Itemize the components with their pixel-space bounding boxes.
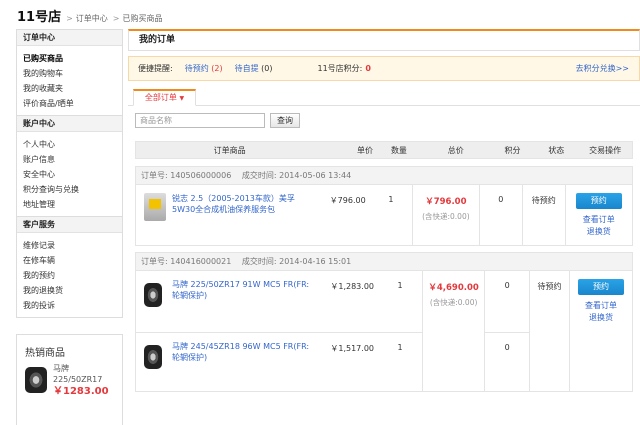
order-date: 2014-04-16 15:01 <box>279 257 352 266</box>
points: 0 <box>498 195 504 204</box>
view-order-link[interactable]: 查看订单 <box>566 214 633 225</box>
points: 0 <box>485 271 530 333</box>
sidebar-item-personal-center[interactable]: 个人中心 <box>23 137 122 152</box>
search-button[interactable]: 查询 <box>270 112 300 128</box>
order-block: 订单号: 140506000006 成交时间: 2014-05-06 13:44… <box>135 166 633 246</box>
reminder-label: 便捷提醒: <box>138 64 173 73</box>
hot-products: 热销商品 马牌 225/50ZR17 ￥1283.00 <box>16 334 123 425</box>
product-name-link[interactable]: 锐志 2.5（2005-2013车款）美孚5W30全合成机油保养服务包 <box>172 193 317 245</box>
sidebar-item-purchased[interactable]: 已购买商品 <box>23 51 122 66</box>
sidebar-item-reservations[interactable]: 我的预约 <box>23 268 122 283</box>
sidebar-section-service: 客户服务 维修记录 在修车辆 我的预约 我的退换货 我的投诉 <box>16 217 123 318</box>
product-name-input[interactable]: 商品名称 <box>135 112 265 128</box>
sidebar-item-address[interactable]: 地址管理 <box>23 197 122 212</box>
order-number: 140416000021 <box>170 257 232 266</box>
sidebar-item-complaints[interactable]: 我的投诉 <box>23 298 122 313</box>
hot-product-name[interactable]: 马牌 225/50ZR17 <box>53 363 113 385</box>
points-label: 11号店积分: <box>317 64 363 73</box>
tab-all-orders[interactable]: 全部订单 ▼ <box>133 89 196 106</box>
sidebar: 订单中心 已购买商品 我的购物车 我的收藏夹 评价商品/晒单 账户中心 个人中心… <box>16 29 123 318</box>
col-product: 订单商品 <box>213 145 246 155</box>
redeem-points-link[interactable]: 去积分兑换>> <box>576 63 629 74</box>
order-search: 商品名称 查询 <box>128 110 640 130</box>
product-row: 马牌 225/50ZR17 91W MC5 FR(FR:轮辋保护) ￥1,283… <box>136 271 422 333</box>
points: 0 <box>504 343 510 352</box>
hot-product-price: ￥1283.00 <box>53 386 109 397</box>
order-table-header: 订单商品 单价 数量 总价 积分 状态 交易操作 <box>135 141 633 159</box>
sidebar-section-orders: 订单中心 已购买商品 我的购物车 我的收藏夹 评价商品/晒单 <box>16 29 123 116</box>
tire-icon[interactable] <box>144 283 162 307</box>
order-number: 140506000006 <box>170 171 232 180</box>
sidebar-item-returns[interactable]: 我的退换货 <box>23 283 122 298</box>
product-row: 马牌 245/45ZR18 96W MC5 FR(FR:轮辋保护) ￥1,517… <box>136 333 422 391</box>
main-content: 我的订单 便捷提醒: 待预约 (2) 待自提 (0) 11号店积分: 0 去积分… <box>128 29 640 392</box>
order-actions: 预约 查看订单 退换货 <box>564 185 633 245</box>
product-cell: 锐志 2.5（2005-2013车款）美孚5W30全合成机油保养服务包 <box>136 185 318 245</box>
order-total: ￥796.00 (含快递:0.00) <box>412 185 480 245</box>
oil-icon[interactable] <box>144 193 166 221</box>
pending-pickup-link[interactable]: 待自提 (0) <box>235 63 273 74</box>
col-points: 积分 <box>504 145 521 155</box>
breadcrumb-current: 已购买商品 <box>122 14 163 23</box>
hot-products-title: 热销商品 <box>25 348 65 359</box>
order-status: 待预约 <box>522 185 564 245</box>
sidebar-item-security[interactable]: 安全中心 <box>23 167 122 182</box>
breadcrumb-order-center[interactable]: 订单中心 <box>76 13 108 24</box>
col-action: 交易操作 <box>589 145 622 155</box>
sidebar-item-reviews[interactable]: 评价商品/晒单 <box>23 96 122 111</box>
store-logo[interactable]: 11号店 <box>17 6 61 25</box>
order-header: 订单号: 140416000021 成交时间: 2014-04-16 15:01 <box>136 253 632 271</box>
pending-reserve-link[interactable]: 待预约 (2) <box>185 63 223 74</box>
col-status: 状态 <box>548 145 565 155</box>
unit-price: ￥1,283.00 <box>330 282 374 291</box>
product-name-link[interactable]: 马牌 245/45ZR18 96W MC5 FR(FR:轮辋保护) <box>172 341 317 391</box>
page-title: 我的订单 <box>128 29 640 51</box>
order-status: 待预约 <box>529 271 569 391</box>
unit-price: ￥1,517.00 <box>330 344 374 353</box>
order-header: 订单号: 140506000006 成交时间: 2014-05-06 13:44 <box>136 167 632 185</box>
view-order-link[interactable]: 查看订单 <box>570 300 632 311</box>
col-total: 总价 <box>447 145 464 155</box>
col-price: 单价 <box>357 145 374 155</box>
sidebar-item-vehicles[interactable]: 在修车辆 <box>23 253 122 268</box>
order-total: ￥4,690.00 (含快递:0.00) <box>422 271 486 391</box>
breadcrumb-separator: > <box>66 14 73 23</box>
sidebar-item-cart[interactable]: 我的购物车 <box>23 66 122 81</box>
breadcrumb-separator: > <box>112 14 120 23</box>
col-qty: 数量 <box>390 145 407 155</box>
quantity: 1 <box>397 281 403 290</box>
sidebar-section-title: 订单中心 <box>17 30 122 46</box>
sidebar-section-title: 账户中心 <box>17 116 122 132</box>
order-date: 2014-05-06 13:44 <box>279 171 352 180</box>
sidebar-section-title: 客户服务 <box>17 217 122 233</box>
product-name-link[interactable]: 马牌 225/50ZR17 91W MC5 FR(FR:轮辋保护) <box>172 279 317 332</box>
points-value: 0 <box>365 64 371 73</box>
return-exchange-link[interactable]: 退换货 <box>570 312 632 323</box>
quantity: 1 <box>397 343 403 352</box>
sidebar-item-favorites[interactable]: 我的收藏夹 <box>23 81 122 96</box>
return-exchange-link[interactable]: 退换货 <box>566 226 633 237</box>
reserve-button[interactable]: 预约 <box>577 279 624 295</box>
sidebar-section-account: 账户中心 个人中心 账户信息 安全中心 积分查询与兑换 地址管理 <box>16 116 123 217</box>
tire-icon <box>25 367 47 393</box>
tire-icon[interactable] <box>144 345 162 369</box>
unit-price: ￥796.00 <box>329 196 366 205</box>
quantity: 1 <box>388 195 394 204</box>
breadcrumb: 11号店 > 订单中心 > 已购买商品 <box>17 6 163 26</box>
order-tabs: 全部订单 ▼ <box>128 88 640 106</box>
chevron-down-icon: ▼ <box>179 95 185 102</box>
sidebar-item-points[interactable]: 积分查询与兑换 <box>23 182 122 197</box>
order-actions: 预约 查看订单 退换货 <box>568 271 632 391</box>
reminder-bar: 便捷提醒: 待预约 (2) 待自提 (0) 11号店积分: 0 去积分兑换>> <box>128 56 640 81</box>
hot-product-item[interactable]: 马牌 225/50ZR17 ￥1283.00 <box>17 363 122 399</box>
sidebar-item-account-info[interactable]: 账户信息 <box>23 152 122 167</box>
reserve-button[interactable]: 预约 <box>575 193 622 209</box>
sidebar-item-repair-records[interactable]: 维修记录 <box>23 238 122 253</box>
order-block: 订单号: 140416000021 成交时间: 2014-04-16 15:01… <box>135 252 633 392</box>
